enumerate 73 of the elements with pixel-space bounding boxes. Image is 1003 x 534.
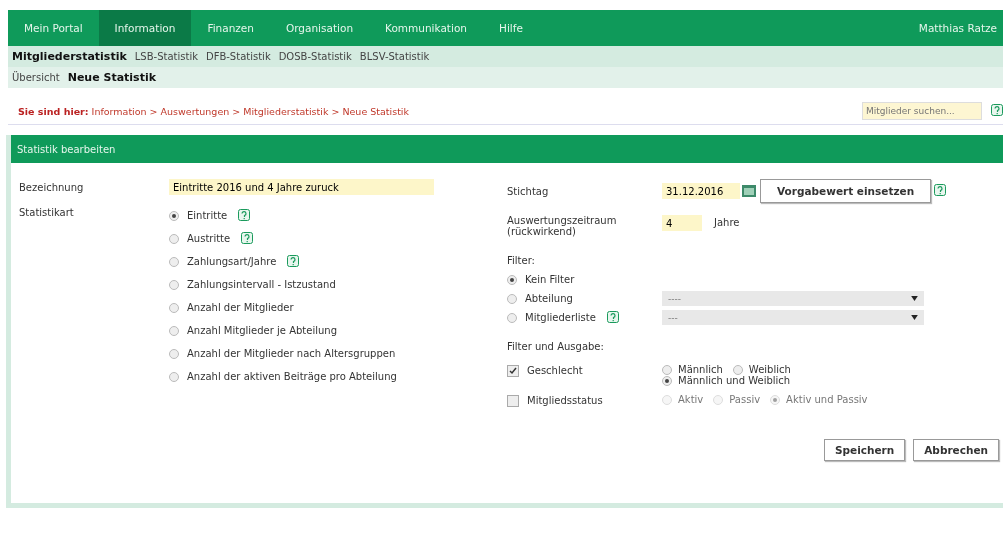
option-label: Zahlungsintervall - Istzustand (187, 279, 336, 290)
unit-label: Jahre (714, 217, 740, 228)
radio-button[interactable] (169, 233, 179, 244)
radio-button[interactable] (169, 325, 179, 336)
option-label: Austritte (187, 233, 231, 244)
caret-icon (911, 296, 918, 301)
field-label: Statistikart (19, 207, 75, 218)
radio-button[interactable] (732, 364, 743, 375)
field-label: Stichtag (507, 185, 550, 197)
option-label: Mitgliedsstatus (527, 395, 603, 406)
option-label: Zahlungsart/Jahre (187, 256, 277, 267)
option-label: Kein Filter (525, 274, 575, 285)
section-label: Filter: (507, 255, 536, 266)
option-label: Aktiv (678, 394, 704, 405)
help-icon[interactable] (238, 208, 251, 223)
radio-button[interactable] (713, 394, 724, 405)
dropdown[interactable]: ---- (662, 291, 924, 306)
search-field[interactable]: Mitglieder suchen... (862, 102, 982, 120)
radio-button[interactable] (169, 210, 179, 221)
radio-button[interactable] (169, 348, 179, 359)
radio-button[interactable] (770, 394, 781, 405)
radio-button[interactable] (507, 312, 517, 323)
option-label: Anzahl der aktiven Beiträge pro Abteilung (187, 371, 397, 382)
checkbox[interactable] (507, 364, 519, 377)
input-field[interactable]: Eintritte 2016 und 4 Jahre zuruck (169, 179, 434, 195)
panel-title: Statistik bearbeiten (17, 143, 116, 155)
subnav-tab[interactable]: DFB-Statistik (205, 51, 271, 62)
help-icon[interactable] (241, 231, 254, 246)
option-label: Weiblich (748, 364, 791, 375)
option-label: Eintritte (187, 210, 228, 221)
subnav-tab[interactable]: Neue Statistik (67, 71, 156, 84)
radio-button[interactable] (169, 302, 179, 313)
radio-button[interactable] (169, 279, 179, 290)
option-label: Abteilung (525, 293, 573, 304)
breadcrumb: Sie sind hier: Information > Auswertungen > Mitgliederstatistik > Neue Statistik (18, 105, 409, 117)
option-label: Aktiv und Passiv (786, 394, 868, 405)
date-field[interactable]: 31.12.2016 (662, 183, 740, 199)
radio-button[interactable] (169, 256, 179, 267)
option-label: Anzahl der Mitglieder nach Altersgruppen (187, 348, 396, 359)
section-label: Filter und Ausgabe: (507, 341, 605, 352)
help-icon[interactable] (991, 104, 1003, 118)
subnav-tab[interactable]: DOSB-Statistik (278, 51, 352, 62)
radio-button[interactable] (169, 371, 179, 382)
radio-button[interactable] (662, 375, 672, 386)
option-label: Anzahl der Mitglieder (187, 302, 294, 313)
option-label: Passiv (729, 394, 761, 405)
option-label: Männlich (678, 364, 723, 375)
default-value-button[interactable]: Vorgabewert einsetzen (760, 179, 932, 203)
help-icon[interactable] (934, 184, 947, 198)
radio-button[interactable] (507, 274, 517, 285)
help-icon[interactable] (287, 254, 300, 269)
subnav-tab[interactable]: Übersicht (12, 72, 60, 83)
radio-button[interactable] (662, 394, 672, 405)
option-label: Anzahl Mitglieder je Abteilung (187, 325, 337, 336)
radio-button[interactable] (662, 364, 672, 375)
field-label: Bezeichnung (19, 181, 85, 193)
radio-button[interactable] (507, 293, 517, 304)
subnav-tab[interactable]: BLSV-Statistik (359, 51, 430, 62)
option-label: Geschlecht (527, 365, 583, 376)
subnav-tab[interactable]: Mitgliederstatistik (12, 50, 127, 63)
option-label: Männlich und Weiblich (678, 375, 791, 386)
checkbox[interactable] (507, 394, 519, 407)
dropdown[interactable]: --- (662, 310, 924, 325)
form-button[interactable]: Abbrechen (913, 439, 999, 461)
help-icon[interactable] (606, 310, 619, 325)
caret-icon (911, 315, 918, 320)
option-label: Mitgliederliste (525, 312, 596, 323)
nav-tab[interactable]: Information (98, 10, 192, 46)
calendar-icon[interactable] (742, 185, 756, 197)
form-button[interactable]: Speichern (823, 439, 906, 461)
input-field[interactable]: 4 (662, 215, 702, 231)
subnav-tab[interactable]: LSB-Statistik (134, 51, 198, 62)
field-label: Auswertungszeitraum (rückwirkend) (507, 215, 618, 237)
